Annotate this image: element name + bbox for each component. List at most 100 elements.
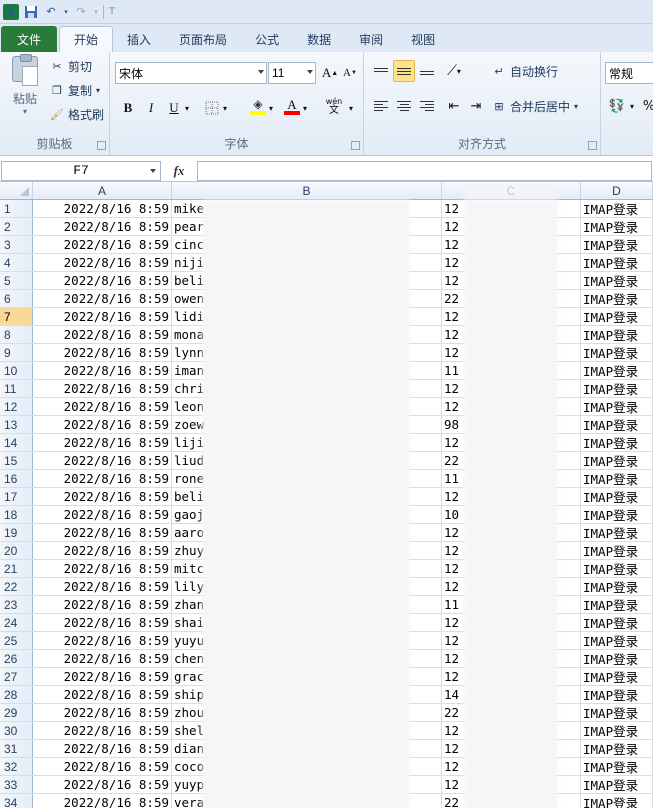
cell-action[interactable]: IMAP登录 — [581, 254, 653, 271]
paste-dropdown-icon[interactable]: ▾ — [23, 107, 27, 116]
bold-button[interactable]: B — [118, 98, 138, 118]
phonetic-button[interactable]: wén 文 — [322, 96, 346, 116]
row-header[interactable]: 18 — [0, 506, 33, 523]
increase-indent-button[interactable]: ⇥ — [466, 96, 486, 116]
cell-timestamp[interactable]: 2022/8/16 8:59 — [33, 524, 172, 541]
font-color-button[interactable]: A — [282, 96, 302, 116]
cell-action[interactable]: IMAP登录 — [581, 308, 653, 325]
font-size-combo[interactable]: 11 — [268, 62, 316, 84]
cell-action[interactable]: IMAP登录 — [581, 362, 653, 379]
cell-action[interactable]: IMAP登录 — [581, 218, 653, 235]
middle-align-button[interactable] — [393, 60, 415, 82]
name-box-dropdown-icon[interactable] — [150, 168, 156, 173]
cell-action[interactable]: IMAP登录 — [581, 452, 653, 469]
merge-center-button[interactable]: ⊞ 合并后居中 ▾ — [492, 98, 578, 115]
cell-timestamp[interactable]: 2022/8/16 8:59 — [33, 308, 172, 325]
cell-timestamp[interactable]: 2022/8/16 8:59 — [33, 452, 172, 469]
font-size-dropdown-icon[interactable] — [307, 70, 313, 74]
bottom-align-button[interactable] — [416, 60, 438, 82]
percent-style-button[interactable]: % — [639, 96, 653, 116]
align-center-button[interactable] — [393, 95, 415, 117]
row-header[interactable]: 20 — [0, 542, 33, 559]
cell-timestamp[interactable]: 2022/8/16 8:59 — [33, 596, 172, 613]
cell-timestamp[interactable]: 2022/8/16 8:59 — [33, 578, 172, 595]
tab-review[interactable]: 审阅 — [345, 26, 397, 52]
cell-timestamp[interactable]: 2022/8/16 8:59 — [33, 272, 172, 289]
paste-button[interactable]: 粘贴 ▾ — [8, 54, 42, 116]
row-header[interactable]: 2 — [0, 218, 33, 235]
border-button[interactable] — [202, 98, 222, 118]
cell-timestamp[interactable]: 2022/8/16 8:59 — [33, 290, 172, 307]
italic-button[interactable]: I — [141, 98, 161, 118]
row-header[interactable]: 21 — [0, 560, 33, 577]
cell-timestamp[interactable]: 2022/8/16 8:59 — [33, 488, 172, 505]
cell-timestamp[interactable]: 2022/8/16 8:59 — [33, 344, 172, 361]
row-header[interactable]: 3 — [0, 236, 33, 253]
column-header-d[interactable]: D — [581, 182, 653, 199]
number-format-combo[interactable]: 常规 — [605, 62, 653, 84]
cell-timestamp[interactable]: 2022/8/16 8:59 — [33, 542, 172, 559]
row-header[interactable]: 17 — [0, 488, 33, 505]
alignment-launcher-icon[interactable] — [588, 141, 597, 150]
copy-dropdown-icon[interactable]: ▾ — [96, 86, 100, 95]
cell-timestamp[interactable]: 2022/8/16 8:59 — [33, 560, 172, 577]
tab-page-layout[interactable]: 页面布局 — [165, 26, 241, 52]
cell-timestamp[interactable]: 2022/8/16 8:59 — [33, 632, 172, 649]
cell-action[interactable]: IMAP登录 — [581, 272, 653, 289]
cell-action[interactable]: IMAP登录 — [581, 632, 653, 649]
undo-dropdown-icon[interactable]: ▾ — [63, 4, 69, 20]
top-align-button[interactable] — [370, 60, 392, 82]
cell-action[interactable]: IMAP登录 — [581, 326, 653, 343]
cell-timestamp[interactable]: 2022/8/16 8:59 — [33, 434, 172, 451]
customize-qat-icon[interactable]: ⊤ — [108, 4, 116, 20]
row-header[interactable]: 5 — [0, 272, 33, 289]
cell-action[interactable]: IMAP登录 — [581, 794, 653, 808]
cell-timestamp[interactable]: 2022/8/16 8:59 — [33, 380, 172, 397]
select-all-corner[interactable] — [0, 182, 33, 199]
fill-color-dropdown-icon[interactable]: ▾ — [266, 98, 276, 118]
undo-icon[interactable]: ↶ — [43, 4, 59, 20]
cell-action[interactable]: IMAP登录 — [581, 236, 653, 253]
row-header[interactable]: 13 — [0, 416, 33, 433]
cell-action[interactable]: IMAP登录 — [581, 704, 653, 721]
cell-timestamp[interactable]: 2022/8/16 8:59 — [33, 650, 172, 667]
cell-action[interactable]: IMAP登录 — [581, 488, 653, 505]
cell-timestamp[interactable]: 2022/8/16 8:59 — [33, 776, 172, 793]
border-dropdown-icon[interactable]: ▾ — [220, 98, 230, 118]
align-right-button[interactable] — [416, 95, 438, 117]
grow-font-button[interactable]: A ▲ — [320, 63, 340, 83]
cell-action[interactable]: IMAP登录 — [581, 434, 653, 451]
row-header[interactable]: 24 — [0, 614, 33, 631]
row-header[interactable]: 1 — [0, 200, 33, 217]
cell-timestamp[interactable]: 2022/8/16 8:59 — [33, 254, 172, 271]
shrink-font-button[interactable]: A ▼ — [340, 63, 360, 83]
row-header[interactable]: 15 — [0, 452, 33, 469]
row-header[interactable]: 12 — [0, 398, 33, 415]
cell-timestamp[interactable]: 2022/8/16 8:59 — [33, 362, 172, 379]
row-header[interactable]: 6 — [0, 290, 33, 307]
cell-timestamp[interactable]: 2022/8/16 8:59 — [33, 668, 172, 685]
tab-file[interactable]: 文件 — [1, 26, 58, 52]
cell-action[interactable]: IMAP登录 — [581, 560, 653, 577]
cell-action[interactable]: IMAP登录 — [581, 506, 653, 523]
excel-logo-icon[interactable]: X — [3, 3, 19, 20]
align-left-button[interactable] — [370, 95, 392, 117]
row-header[interactable]: 9 — [0, 344, 33, 361]
cell-action[interactable]: IMAP登录 — [581, 542, 653, 559]
cell-timestamp[interactable]: 2022/8/16 8:59 — [33, 686, 172, 703]
cell-action[interactable]: IMAP登录 — [581, 650, 653, 667]
tab-view[interactable]: 视图 — [397, 26, 449, 52]
cell-action[interactable]: IMAP登录 — [581, 614, 653, 631]
cell-timestamp[interactable]: 2022/8/16 8:59 — [33, 398, 172, 415]
row-header[interactable]: 32 — [0, 758, 33, 775]
cell-action[interactable]: IMAP登录 — [581, 578, 653, 595]
orientation-dropdown-icon[interactable]: ▾ — [457, 67, 461, 76]
row-header[interactable]: 10 — [0, 362, 33, 379]
row-header[interactable]: 16 — [0, 470, 33, 487]
cell-action[interactable]: IMAP登录 — [581, 200, 653, 217]
row-header[interactable]: 11 — [0, 380, 33, 397]
clipboard-launcher-icon[interactable] — [97, 141, 106, 150]
cell-action[interactable]: IMAP登录 — [581, 380, 653, 397]
cell-timestamp[interactable]: 2022/8/16 8:59 — [33, 758, 172, 775]
cell-timestamp[interactable]: 2022/8/16 8:59 — [33, 200, 172, 217]
